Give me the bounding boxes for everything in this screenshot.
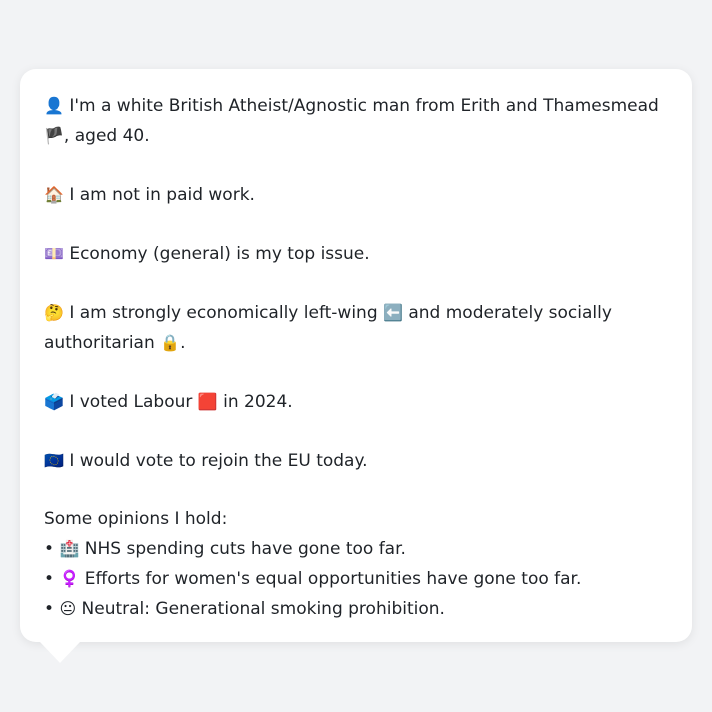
bullet: •: [44, 539, 55, 559]
opinion-text: Efforts for women's equal opportunities …: [84, 569, 582, 589]
opinion-item: • 🏥 NHS spending cuts have gone too far.: [44, 534, 668, 564]
top-issue-line: 💷 Economy (general) is my top issue.: [44, 239, 668, 269]
opinion-text: NHS spending cuts have gone too far.: [84, 539, 406, 559]
neutral-face-icon: 😐: [59, 599, 77, 618]
hospital-icon: 🏥: [59, 539, 80, 558]
vote-2024-line: 🗳️ I voted Labour 🟥 in 2024.: [44, 387, 668, 417]
bullet: •: [44, 569, 55, 589]
persona-message-bubble: 👤 I'm a white British Atheist/Agnostic m…: [20, 69, 692, 642]
ballot-box-icon: 🗳️: [44, 392, 64, 411]
opinion-text: Neutral: Generational smoking prohibitio…: [81, 599, 445, 619]
top-issue-text: Economy (general) is my top issue.: [69, 244, 370, 264]
left-arrow-icon: ⬅️: [383, 303, 403, 322]
opinions-section: Some opinions I hold: • 🏥 NHS spending c…: [44, 505, 668, 624]
opinion-item: • 😐 Neutral: Generational smoking prohib…: [44, 594, 668, 624]
political-compass-line: 🤔 I am strongly economically left-wing ⬅…: [44, 298, 668, 358]
employment-line: 🏠 I am not in paid work.: [44, 180, 668, 210]
age-text: , aged 40.: [63, 126, 150, 146]
opinion-item: • ♀️ Efforts for women's equal opportuni…: [44, 564, 668, 594]
identity-line: 👤 I'm a white British Atheist/Agnostic m…: [44, 91, 668, 151]
thinking-face-icon: 🤔: [44, 303, 64, 322]
political-compass-period: .: [180, 333, 186, 353]
person-icon: 👤: [44, 96, 64, 115]
vote-text: I voted Labour: [69, 392, 193, 412]
opinions-heading: Some opinions I hold:: [44, 509, 228, 529]
vote-year-text: in 2024.: [223, 392, 293, 412]
house-icon: 🏠: [44, 185, 64, 204]
eu-text: I would vote to rejoin the EU today.: [69, 451, 368, 471]
bullet: •: [44, 599, 55, 619]
england-flag-icon: 🏴: [44, 126, 64, 145]
red-square-icon: 🟥: [197, 392, 218, 411]
opinions-list: • 🏥 NHS spending cuts have gone too far.…: [44, 534, 668, 624]
female-sign-icon: ♀️: [59, 569, 80, 588]
identity-text: I'm a white British Atheist/Agnostic man…: [69, 96, 659, 116]
lock-icon: 🔒: [160, 333, 181, 352]
employment-text: I am not in paid work.: [69, 185, 255, 205]
eu-line: 🇪🇺 I would vote to rejoin the EU today.: [44, 446, 668, 476]
eu-flag-icon: 🇪🇺: [44, 451, 64, 470]
money-icon: 💷: [44, 244, 64, 263]
bubble-tail: [40, 642, 80, 663]
economic-stance-text: I am strongly economically left-wing: [69, 303, 378, 323]
